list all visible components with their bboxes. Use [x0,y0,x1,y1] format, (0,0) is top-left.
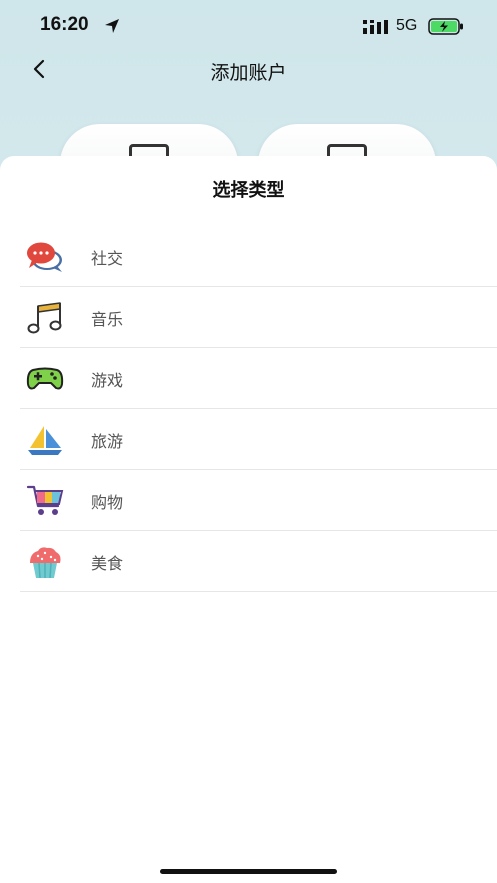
type-item-label: 游戏 [91,371,124,390]
status-time: 16:20 [40,14,89,35]
type-item-shopping[interactable]: 购物 [0,470,497,531]
sheet-title: 选择类型 [212,180,285,201]
cupcake-icon [30,547,61,579]
type-item-travel[interactable]: 旅游 [0,409,497,470]
sailboat-icon [28,426,62,455]
type-item-music[interactable]: 音乐 [0,287,497,348]
page-title: 添加账户 [210,62,287,84]
type-picker-sheet: 选择类型 社交 音乐 游戏 旅游 购物 美食 [0,156,497,883]
music-note-icon [27,302,62,334]
home-indicator [160,869,337,874]
type-item-label: 美食 [91,554,124,573]
type-item-food[interactable]: 美食 [0,531,497,592]
chat-bubbles-icon [27,242,62,272]
status-bar: 16:20 5G [0,0,497,50]
battery-charging-icon [428,18,463,35]
type-item-label: 旅游 [91,432,124,451]
location-arrow-icon [105,19,119,33]
type-item-label: 社交 [91,249,124,268]
type-item-game[interactable]: 游戏 [0,348,497,409]
type-item-label: 音乐 [91,310,124,329]
shopping-cart-icon [26,485,64,515]
type-item-label: 购物 [91,493,124,512]
signal-strength-icon [363,20,388,34]
nav-bar: 添加账户 [0,50,497,90]
network-type: 5G [396,17,418,34]
type-list: 社交 音乐 游戏 旅游 购物 美食 [0,226,497,592]
divider [20,591,497,592]
type-item-social[interactable]: 社交 [0,226,497,287]
gamepad-icon [26,367,64,390]
